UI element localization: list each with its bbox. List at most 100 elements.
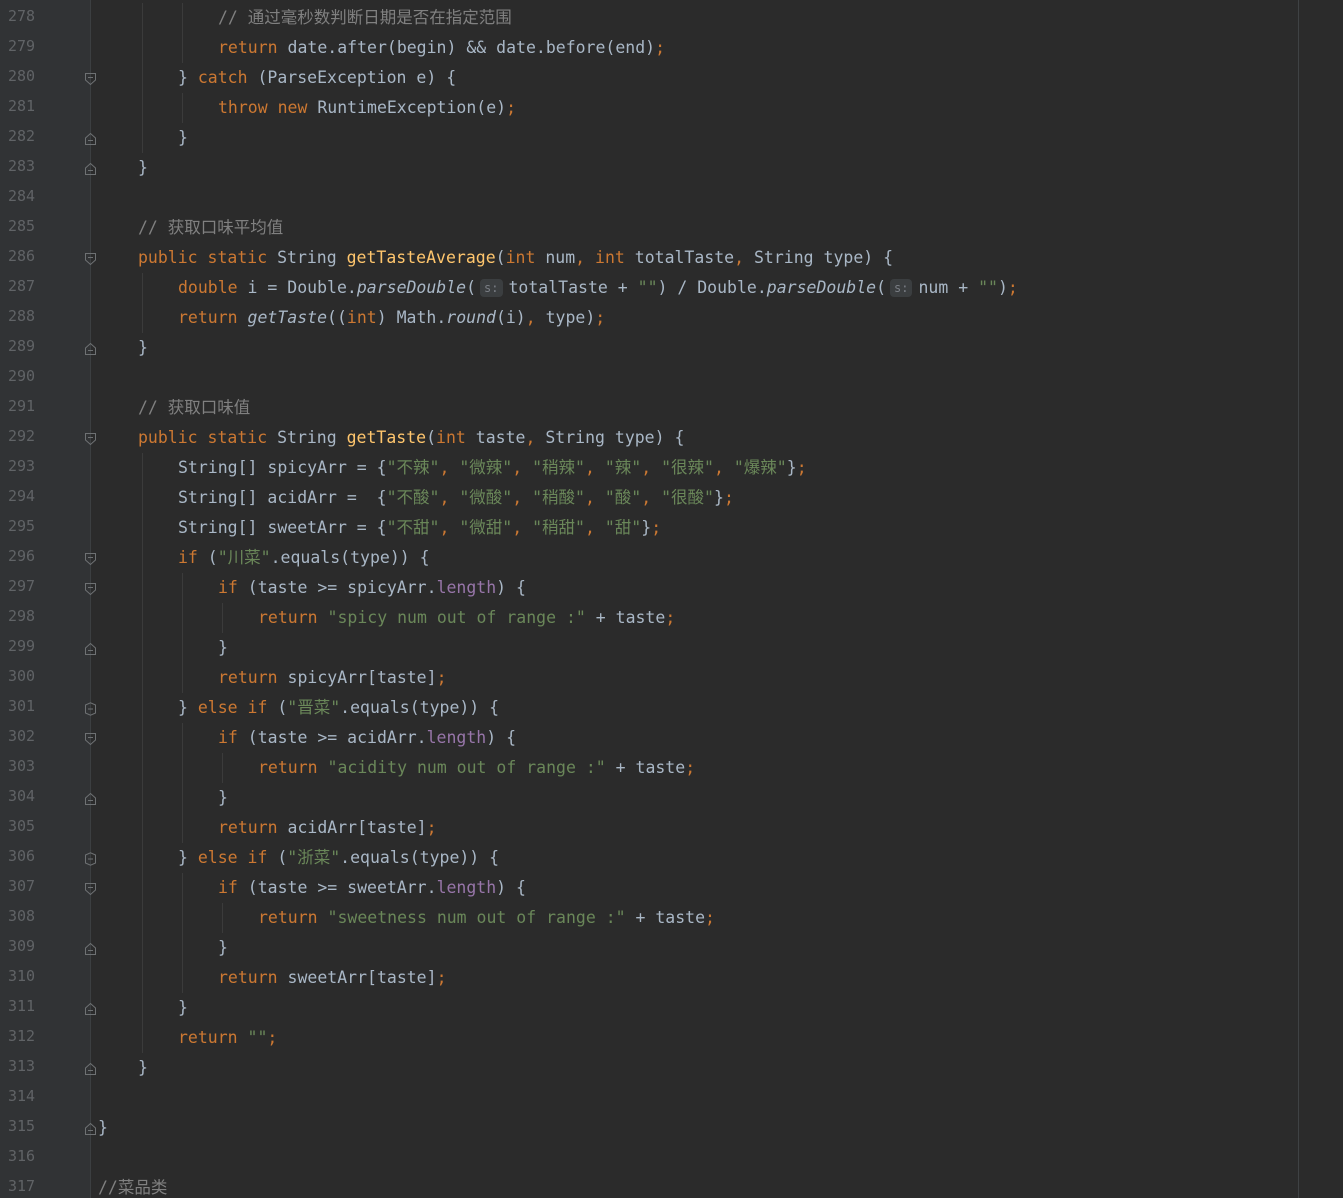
fold-end-icon[interactable]	[84, 341, 97, 355]
fold-end-icon[interactable]	[84, 131, 97, 145]
fold-expand-icon[interactable]	[84, 731, 97, 746]
fold-expand-icon[interactable]	[84, 71, 97, 86]
line-number[interactable]: 285	[8, 217, 38, 235]
code-line[interactable]: 283}	[0, 153, 1343, 183]
fold-end-icon[interactable]	[84, 641, 97, 655]
line-number[interactable]: 290	[8, 367, 38, 385]
line-number[interactable]: 291	[8, 397, 38, 415]
code-line[interactable]: 314	[0, 1083, 1343, 1113]
line-number[interactable]: 316	[8, 1147, 38, 1165]
code-line[interactable]: 315}	[0, 1113, 1343, 1143]
code-line[interactable]: 279 return date.after(begin) && date.befo…	[0, 33, 1343, 63]
fold-expand-icon[interactable]	[84, 581, 97, 596]
fold-expand-icon[interactable]	[84, 431, 97, 446]
code-line[interactable]: 300 return spicyArr[taste];	[0, 663, 1343, 693]
code-line[interactable]: 294 String[] acidArr = {"不酸", "微酸", "稍酸",…	[0, 483, 1343, 513]
line-number[interactable]: 310	[8, 967, 38, 985]
line-number[interactable]: 307	[8, 877, 38, 895]
code-line[interactable]: 284	[0, 183, 1343, 213]
code-line[interactable]: 317 //菜品类	[0, 1173, 1343, 1198]
code-line[interactable]: 302 if (taste >= acidArr.length) {	[0, 723, 1343, 753]
code-line[interactable]: 292 public static String getTaste(int tas…	[0, 423, 1343, 453]
line-number[interactable]: 309	[8, 937, 38, 955]
code-line[interactable]: 287 double i = Double.parseDouble(s: total…	[0, 273, 1343, 303]
fold-end-icon[interactable]	[84, 941, 97, 955]
line-number[interactable]: 306	[8, 847, 38, 865]
line-number[interactable]: 311	[8, 997, 38, 1015]
line-number[interactable]: 299	[8, 637, 38, 655]
line-number[interactable]: 287	[8, 277, 38, 295]
code-line[interactable]: 278 // 通过毫秒数判断日期是否在指定范围	[0, 3, 1343, 33]
fold-expand-icon[interactable]	[84, 251, 97, 266]
line-number[interactable]: 301	[8, 697, 38, 715]
line-number[interactable]: 288	[8, 307, 38, 325]
fold-toggle-icon[interactable]	[84, 701, 97, 716]
line-number[interactable]: 315	[8, 1117, 38, 1135]
code-line[interactable]: 281 throw new RuntimeException(e);	[0, 93, 1343, 123]
line-number[interactable]: 302	[8, 727, 38, 745]
line-number[interactable]: 281	[8, 97, 38, 115]
line-number[interactable]: 294	[8, 487, 38, 505]
line-number[interactable]: 280	[8, 67, 38, 85]
line-number[interactable]: 282	[8, 127, 38, 145]
code-line[interactable]: 301} else if ("晋菜".equals(type)) {	[0, 693, 1343, 723]
line-number[interactable]: 278	[8, 7, 38, 25]
code-line[interactable]: 280} catch (ParseException e) {	[0, 63, 1343, 93]
line-number[interactable]: 296	[8, 547, 38, 565]
fold-end-icon[interactable]	[84, 1061, 97, 1075]
line-number[interactable]: 279	[8, 37, 38, 55]
code-line[interactable]: 296 if ("川菜".equals(type)) {	[0, 543, 1343, 573]
line-number[interactable]: 308	[8, 907, 38, 925]
fold-end-icon[interactable]	[84, 161, 97, 175]
line-number[interactable]: 292	[8, 427, 38, 445]
fold-end-icon[interactable]	[84, 791, 97, 805]
code-line[interactable]: 309}	[0, 933, 1343, 963]
fold-end-icon[interactable]	[84, 1121, 97, 1135]
code-line[interactable]: 289}	[0, 333, 1343, 363]
code-line[interactable]: 307 if (taste >= sweetArr.length) {	[0, 873, 1343, 903]
code-line[interactable]: 295 String[] sweetArr = {"不甜", "微甜", "稍甜"…	[0, 513, 1343, 543]
code-line[interactable]: 312 return "";	[0, 1023, 1343, 1053]
code-line[interactable]: 293 String[] spicyArr = {"不辣", "微辣", "稍辣"…	[0, 453, 1343, 483]
line-number[interactable]: 300	[8, 667, 38, 685]
line-number[interactable]: 304	[8, 787, 38, 805]
line-number[interactable]: 317	[8, 1177, 38, 1195]
line-number[interactable]: 286	[8, 247, 38, 265]
code-line[interactable]: 286 public static String getTasteAverage(…	[0, 243, 1343, 273]
line-number[interactable]: 293	[8, 457, 38, 475]
fold-expand-icon[interactable]	[84, 551, 97, 566]
line-number[interactable]: 289	[8, 337, 38, 355]
code-line[interactable]: 310 return sweetArr[taste];	[0, 963, 1343, 993]
code-line[interactable]: 305 return acidArr[taste];	[0, 813, 1343, 843]
code-line[interactable]: 282}	[0, 123, 1343, 153]
code-line[interactable]: 306} else if ("浙菜".equals(type)) {	[0, 843, 1343, 873]
code-line[interactable]: 285 // 获取口味平均值	[0, 213, 1343, 243]
code-line[interactable]: 316	[0, 1143, 1343, 1173]
line-number[interactable]: 283	[8, 157, 38, 175]
fold-expand-icon[interactable]	[84, 881, 97, 896]
code-line[interactable]: 298 return "spicy num out of range :" + t…	[0, 603, 1343, 633]
code-line[interactable]: 313}	[0, 1053, 1343, 1083]
line-number[interactable]: 284	[8, 187, 38, 205]
code-line[interactable]: 299}	[0, 633, 1343, 663]
code-line[interactable]: 311}	[0, 993, 1343, 1023]
line-number[interactable]: 312	[8, 1027, 38, 1045]
line-number[interactable]: 295	[8, 517, 38, 535]
code-line[interactable]: 303 return "acidity num out of range :" +…	[0, 753, 1343, 783]
code-line[interactable]: 297 if (taste >= spicyArr.length) {	[0, 573, 1343, 603]
code-line[interactable]: 308 return "sweetness num out of range :"…	[0, 903, 1343, 933]
code-line[interactable]: 288 return getTaste((int) Math.round(i), …	[0, 303, 1343, 333]
line-number[interactable]: 297	[8, 577, 38, 595]
code-token: "很辣"	[661, 458, 714, 477]
code-line[interactable]: 291 // 获取口味值	[0, 393, 1343, 423]
line-number[interactable]: 303	[8, 757, 38, 775]
code-line[interactable]: 290	[0, 363, 1343, 393]
line-number[interactable]: 313	[8, 1057, 38, 1075]
line-number[interactable]: 314	[8, 1087, 38, 1105]
code-line[interactable]: 304}	[0, 783, 1343, 813]
code-editor[interactable]: 278 // 通过毫秒数判断日期是否在指定范围 279 return date.aft…	[0, 0, 1343, 1198]
fold-toggle-icon[interactable]	[84, 851, 97, 866]
line-number[interactable]: 305	[8, 817, 38, 835]
fold-end-icon[interactable]	[84, 1001, 97, 1015]
line-number[interactable]: 298	[8, 607, 38, 625]
